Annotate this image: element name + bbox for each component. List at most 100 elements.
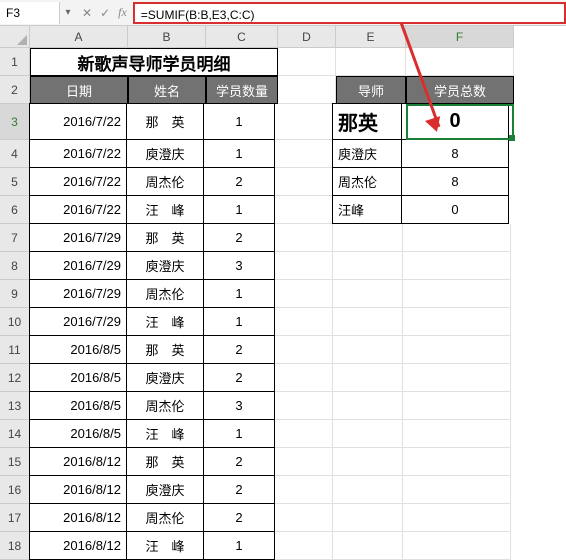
cell[interactable] bbox=[403, 476, 511, 504]
summary-name[interactable]: 周杰伦 bbox=[332, 167, 402, 196]
cell[interactable] bbox=[275, 532, 333, 560]
row-head[interactable]: 10 bbox=[0, 308, 30, 336]
summary-name[interactable]: 庾澄庆 bbox=[332, 139, 402, 168]
cell-date[interactable]: 2016/8/12 bbox=[29, 475, 127, 504]
cell-date[interactable]: 2016/8/12 bbox=[29, 503, 127, 532]
summary-total[interactable]: 8 bbox=[401, 139, 509, 168]
cell[interactable] bbox=[275, 476, 333, 504]
row-head[interactable]: 3 bbox=[0, 104, 30, 140]
summary-total[interactable]: 0 bbox=[401, 195, 509, 224]
summary-name[interactable]: 汪峰 bbox=[332, 195, 402, 224]
cell[interactable] bbox=[275, 140, 333, 168]
cell[interactable] bbox=[275, 336, 333, 364]
main-header-date[interactable]: 日期 bbox=[30, 76, 128, 104]
cell-count[interactable]: 2 bbox=[203, 363, 275, 392]
summary-total[interactable]: 8 bbox=[401, 167, 509, 196]
cell[interactable] bbox=[403, 364, 511, 392]
cell[interactable] bbox=[275, 196, 333, 224]
cell-name[interactable]: 周杰伦 bbox=[126, 503, 204, 532]
cell-name[interactable]: 汪 峰 bbox=[126, 307, 204, 336]
cell[interactable] bbox=[403, 392, 511, 420]
cell[interactable] bbox=[333, 280, 403, 308]
main-header-count[interactable]: 学员数量 bbox=[206, 76, 278, 104]
cell-count[interactable]: 3 bbox=[203, 391, 275, 420]
summary-header-name[interactable]: 导师 bbox=[336, 76, 406, 104]
cell-name[interactable]: 那 英 bbox=[126, 335, 204, 364]
cell[interactable] bbox=[275, 104, 333, 140]
cell-date[interactable]: 2016/7/29 bbox=[29, 251, 127, 280]
row-head[interactable]: 17 bbox=[0, 504, 30, 532]
cell[interactable] bbox=[333, 224, 403, 252]
cell[interactable] bbox=[403, 420, 511, 448]
name-box[interactable]: F3 bbox=[0, 2, 60, 24]
fx-icon[interactable]: fx bbox=[118, 5, 127, 20]
cell-date[interactable]: 2016/8/5 bbox=[29, 419, 127, 448]
cell-date[interactable]: 2016/8/12 bbox=[29, 447, 127, 476]
cell-count[interactable]: 1 bbox=[203, 195, 275, 224]
cell[interactable] bbox=[403, 448, 511, 476]
cell-count[interactable]: 1 bbox=[203, 307, 275, 336]
cell-name[interactable]: 汪 峰 bbox=[126, 195, 204, 224]
row-head[interactable]: 13 bbox=[0, 392, 30, 420]
col-head-B[interactable]: B bbox=[128, 26, 206, 48]
cell-date[interactable]: 2016/7/22 bbox=[29, 195, 127, 224]
cell-name[interactable]: 周杰伦 bbox=[126, 167, 204, 196]
cell[interactable] bbox=[278, 48, 336, 76]
name-box-dropdown-icon[interactable]: ▾ bbox=[60, 7, 76, 18]
cell[interactable] bbox=[275, 504, 333, 532]
cell-count[interactable]: 2 bbox=[203, 475, 275, 504]
cell[interactable] bbox=[336, 48, 406, 76]
cell-name[interactable]: 周杰伦 bbox=[126, 279, 204, 308]
cell-count[interactable]: 1 bbox=[203, 279, 275, 308]
cell[interactable] bbox=[403, 532, 511, 560]
cell[interactable] bbox=[275, 308, 333, 336]
cell[interactable] bbox=[403, 252, 511, 280]
cell[interactable] bbox=[275, 280, 333, 308]
formula-input[interactable]: =SUMIF(B:B,E3,C:C) bbox=[133, 2, 566, 24]
cell-name[interactable]: 庾澄庆 bbox=[126, 251, 204, 280]
row-head[interactable]: 6 bbox=[0, 196, 30, 224]
cell[interactable] bbox=[333, 420, 403, 448]
row-head[interactable]: 18 bbox=[0, 532, 30, 560]
row-head[interactable]: 16 bbox=[0, 476, 30, 504]
cancel-icon[interactable]: ✕ bbox=[82, 6, 92, 20]
select-all-corner[interactable] bbox=[0, 26, 30, 48]
cell[interactable] bbox=[333, 448, 403, 476]
cell[interactable] bbox=[333, 504, 403, 532]
row-head[interactable]: 8 bbox=[0, 252, 30, 280]
cell-name[interactable]: 周杰伦 bbox=[126, 391, 204, 420]
cell-count[interactable]: 3 bbox=[203, 251, 275, 280]
cell-count[interactable]: 1 bbox=[203, 139, 275, 168]
cells-grid[interactable]: 新歌声导师学员明细 日期 姓名 学员数量 导师 学员总数 2016/7/22 那… bbox=[30, 48, 514, 560]
cell[interactable] bbox=[403, 280, 511, 308]
cell[interactable] bbox=[275, 224, 333, 252]
cell-name[interactable]: 那 英 bbox=[126, 447, 204, 476]
cell-name[interactable]: 庾澄庆 bbox=[126, 139, 204, 168]
cell[interactable] bbox=[403, 336, 511, 364]
cell-date[interactable]: 2016/7/29 bbox=[29, 223, 127, 252]
summary-name[interactable]: 那英 bbox=[332, 103, 402, 140]
cell-date[interactable]: 2016/7/22 bbox=[29, 103, 127, 140]
cell-date[interactable]: 2016/8/5 bbox=[29, 363, 127, 392]
cell-count[interactable]: 2 bbox=[203, 503, 275, 532]
cell-count[interactable]: 2 bbox=[203, 167, 275, 196]
col-head-D[interactable]: D bbox=[278, 26, 336, 48]
cell-date[interactable]: 2016/8/5 bbox=[29, 335, 127, 364]
cell[interactable] bbox=[278, 76, 336, 104]
cell[interactable] bbox=[403, 224, 511, 252]
cell-date[interactable]: 2016/8/12 bbox=[29, 531, 127, 560]
cell-date[interactable]: 2016/7/22 bbox=[29, 139, 127, 168]
cell[interactable] bbox=[333, 476, 403, 504]
cell[interactable] bbox=[403, 504, 511, 532]
row-head[interactable]: 4 bbox=[0, 140, 30, 168]
cell-name[interactable]: 汪 峰 bbox=[126, 531, 204, 560]
cell[interactable] bbox=[406, 48, 514, 76]
main-header-name[interactable]: 姓名 bbox=[128, 76, 206, 104]
cell[interactable] bbox=[275, 364, 333, 392]
cell-name[interactable]: 庾澄庆 bbox=[126, 475, 204, 504]
summary-header-total[interactable]: 学员总数 bbox=[406, 76, 514, 104]
row-head[interactable]: 11 bbox=[0, 336, 30, 364]
row-head[interactable]: 9 bbox=[0, 280, 30, 308]
row-head[interactable]: 7 bbox=[0, 224, 30, 252]
row-head[interactable]: 14 bbox=[0, 420, 30, 448]
